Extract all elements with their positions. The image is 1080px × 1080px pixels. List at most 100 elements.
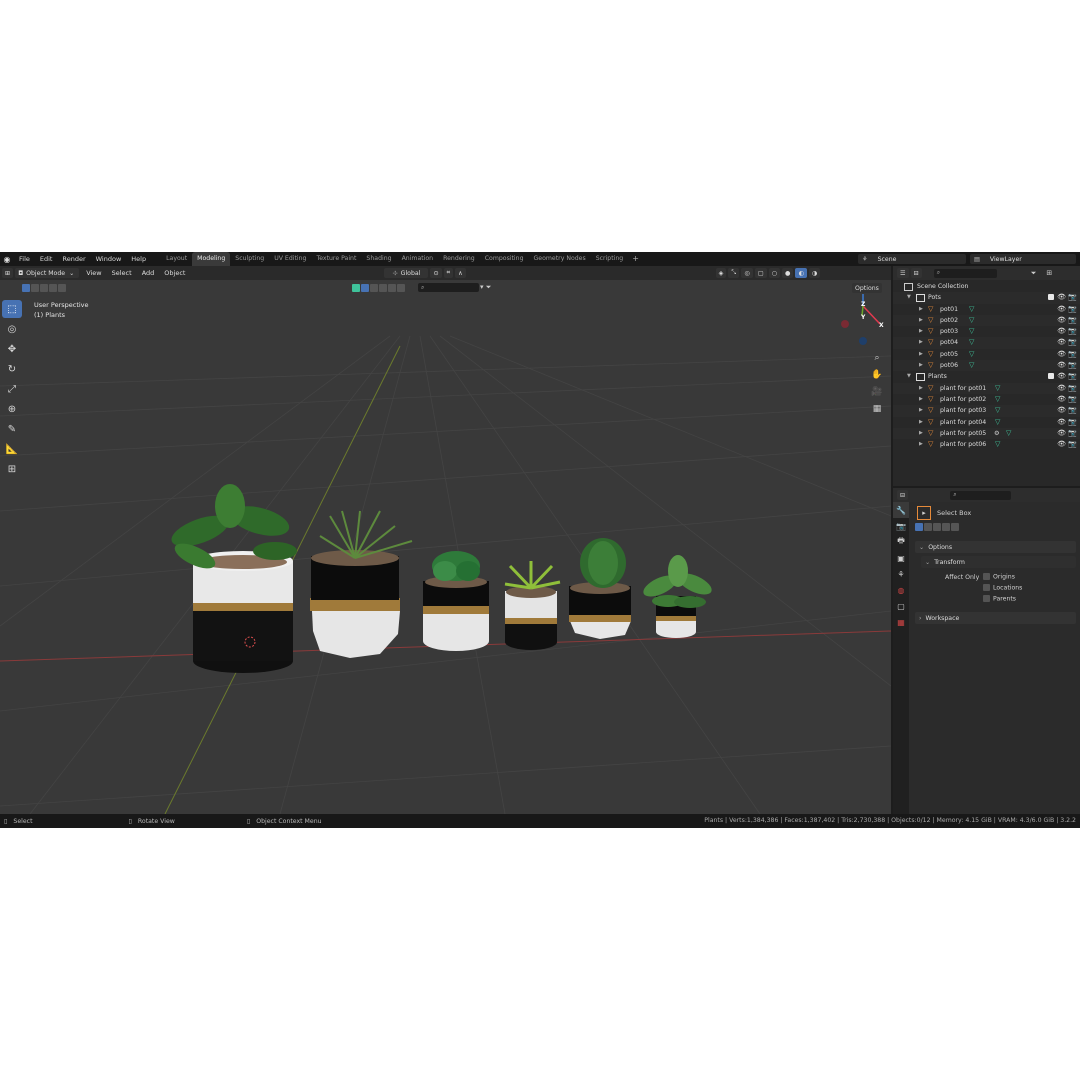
outliner-row-plant02[interactable]: ▶ ▽ plant for pot02 ▽ 👁 📷 [893, 394, 1080, 405]
transform-panel-header[interactable]: ⌄ Transform [921, 556, 1076, 568]
pivot-point-icon[interactable]: ⊙ [430, 268, 442, 278]
tab-texture-paint[interactable]: Texture Paint [311, 252, 361, 266]
workspace-panel-header[interactable]: › Workspace [915, 612, 1076, 624]
output-tab-icon[interactable]: 🖶 [893, 534, 909, 550]
eye-icon[interactable]: 👁 [1057, 405, 1066, 416]
expand-icon[interactable]: ▶ [919, 383, 923, 394]
mesh-data-icon[interactable]: ▽ [995, 417, 1000, 428]
3d-viewport[interactable]: ⊞ ◘ Object Mode ⌄ View Select Add Object… [0, 266, 891, 814]
tool-tab-icon[interactable]: 🔧 [893, 502, 909, 518]
tab-geometry-nodes[interactable]: Geometry Nodes [529, 252, 591, 266]
camera-icon[interactable]: 📷 [1068, 326, 1077, 337]
select-box-icon[interactable]: ▸ [917, 506, 931, 520]
expand-icon[interactable]: ▶ [919, 439, 923, 450]
mesh-data-icon[interactable]: ▽ [969, 349, 974, 360]
eye-icon[interactable]: 👁 [1057, 337, 1066, 348]
affect-parents-row[interactable]: Parents [983, 595, 1016, 603]
menu-file[interactable]: File [14, 252, 35, 266]
outliner-search-input[interactable]: ⌕ [933, 268, 997, 278]
filter-funnel-icon[interactable]: ▾ ⏷ [480, 283, 491, 292]
scene-tab-icon[interactable]: ⚘ [893, 566, 909, 582]
modifier-icon[interactable]: ⚙ [994, 428, 1000, 439]
blender-logo-icon[interactable]: ◉ [0, 252, 14, 266]
camera-icon[interactable]: 📷 [1068, 337, 1077, 348]
outliner-row-plant04[interactable]: ▶ ▽ plant for pot04 ▽ 👁 📷 [893, 417, 1080, 428]
camera-icon[interactable]: 📷 [1068, 304, 1077, 315]
properties-search-input[interactable]: ⌕ [950, 490, 1012, 500]
outliner-row-pot02[interactable]: ▶ ▽ pot02 ▽ 👁 📷 [893, 314, 1080, 327]
gizmo-x-label[interactable]: X [879, 322, 884, 329]
eye-icon[interactable]: 👁 [1057, 349, 1066, 360]
shading-rendered-icon[interactable]: ◑ [808, 268, 821, 278]
menu-select[interactable]: Select [107, 269, 137, 277]
view-layer-tab-icon[interactable]: ▣ [893, 550, 909, 566]
world-tab-icon[interactable]: ◍ [893, 582, 909, 598]
mesh-data-icon[interactable]: ▽ [995, 439, 1000, 450]
expand-icon[interactable]: ▶ [919, 394, 923, 405]
annotate-tool-icon[interactable]: ✎ [2, 420, 22, 438]
parents-checkbox[interactable] [983, 595, 990, 602]
cursor-tool-icon[interactable]: ◎ [2, 320, 22, 338]
camera-icon[interactable]: 📷 [1068, 315, 1077, 326]
outliner-row-plant06[interactable]: ▶ ▽ plant for pot06 ▽ 👁 📷 [893, 439, 1080, 450]
add-workspace-button[interactable]: + [628, 252, 643, 266]
menu-window[interactable]: Window [91, 252, 127, 266]
tab-shading[interactable]: Shading [361, 252, 396, 266]
select-new-icon[interactable] [22, 284, 30, 292]
expand-icon[interactable]: ▶ [919, 326, 923, 337]
measure-tool-icon[interactable]: 📐 [2, 440, 22, 458]
mesh-data-icon[interactable]: ▽ [969, 304, 974, 315]
affect-origins-row[interactable]: Origins [983, 573, 1015, 581]
camera-icon[interactable]: 📷 [1068, 394, 1077, 405]
outliner-row-plant05[interactable]: ▶ ▽ plant for pot05 ⚙ ▽ 👁 📷 [893, 427, 1080, 440]
camera-icon[interactable]: 📷 [1068, 405, 1077, 416]
collection-tab-icon[interactable]: ▢ [893, 598, 909, 614]
tab-modeling[interactable]: Modeling [192, 252, 231, 266]
mesh-data-icon[interactable]: ▽ [969, 315, 974, 326]
select-invert-icon[interactable] [942, 523, 950, 531]
add-cube-tool-icon[interactable]: ⊞ [2, 460, 22, 478]
tab-layout[interactable]: Layout [161, 252, 192, 266]
scale-tool-icon[interactable]: ⤢ [2, 380, 22, 398]
eye-icon[interactable]: 👁 [1057, 371, 1066, 382]
move-tool-icon[interactable]: ✥ [2, 340, 22, 358]
overlays-icon[interactable]: ◎ [741, 268, 753, 278]
eye-icon[interactable]: 👁 [1057, 304, 1066, 315]
shading-solid-icon[interactable]: ● [782, 268, 794, 278]
outliner-row-plant03[interactable]: ▶ ▽ plant for pot03 ▽ 👁 📷 [893, 405, 1080, 417]
tab-sculpting[interactable]: Sculpting [230, 252, 269, 266]
expand-icon[interactable]: ▶ [919, 428, 923, 439]
eye-icon[interactable]: 👁 [1057, 326, 1066, 337]
object-type-icon[interactable] [352, 284, 360, 292]
select-extend-icon[interactable] [31, 284, 39, 292]
eye-icon[interactable]: 👁 [1057, 428, 1066, 439]
transform-orientation-selector[interactable]: ⊹ Global [384, 268, 429, 278]
select-new-icon[interactable] [915, 523, 923, 531]
mesh-data-icon[interactable]: ▽ [969, 326, 974, 337]
camera-icon[interactable]: 📷 [1068, 292, 1077, 303]
tab-animation[interactable]: Animation [397, 252, 439, 266]
mesh-data-icon[interactable]: ▽ [969, 337, 974, 348]
expand-icon[interactable]: ▶ [919, 417, 923, 428]
snap-icon[interactable]: ⌗ [443, 268, 454, 278]
menu-add[interactable]: Add [137, 269, 160, 277]
outliner-row-pot05[interactable]: ▶ ▽ pot05 ▽ 👁 📷 [893, 349, 1080, 360]
outliner-row-pot04[interactable]: ▶ ▽ pot04 ▽ 👁 📷 [893, 337, 1080, 349]
eye-icon[interactable]: 👁 [1057, 315, 1066, 326]
select-extend-icon[interactable] [924, 523, 932, 531]
expand-icon[interactable]: ▶ [919, 337, 923, 348]
perspective-grid-icon[interactable]: ▦ [868, 401, 886, 417]
affect-locations-row[interactable]: Locations [983, 584, 1022, 592]
expand-icon[interactable]: ▼ [907, 292, 911, 303]
pan-hand-icon[interactable]: ✋ [868, 367, 886, 383]
options-button[interactable]: Options [852, 283, 882, 293]
select-intersect-icon[interactable] [58, 284, 66, 292]
mesh-data-icon[interactable]: ▽ [995, 405, 1000, 416]
eye-icon[interactable]: 👁 [1057, 292, 1066, 303]
shading-material-icon[interactable]: ◐ [795, 268, 807, 278]
filter-a-icon[interactable] [361, 284, 369, 292]
zoom-icon[interactable]: ⌕ [868, 350, 886, 366]
menu-render[interactable]: Render [57, 252, 90, 266]
include-checkbox[interactable] [1048, 294, 1054, 301]
eye-icon[interactable]: 👁 [1057, 394, 1066, 405]
